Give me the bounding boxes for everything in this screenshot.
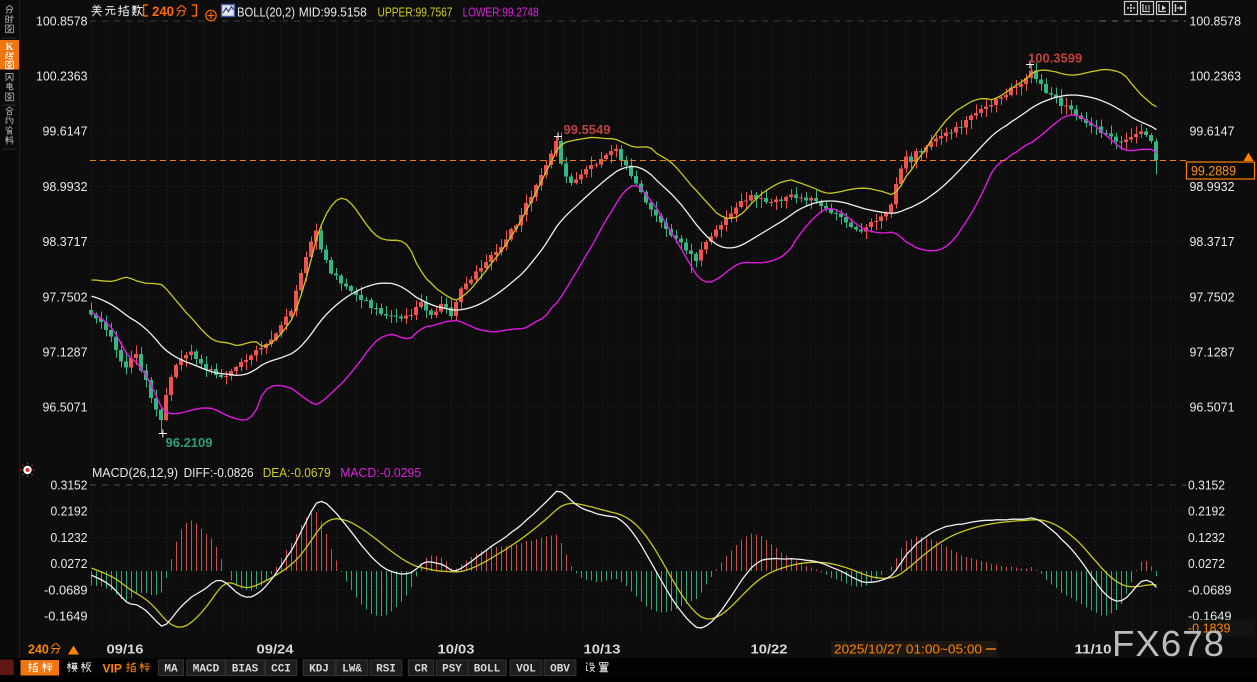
svg-text:K: K: [6, 42, 14, 53]
svg-text:99.6147: 99.6147: [43, 124, 88, 139]
svg-text:DEA:-0.0679: DEA:-0.0679: [263, 466, 331, 480]
svg-text:240: 240: [152, 4, 174, 19]
svg-text:-0.0689: -0.0689: [44, 582, 88, 597]
svg-text:96.2109: 96.2109: [166, 435, 213, 450]
svg-text:240: 240: [28, 643, 49, 657]
svg-text:LOWER:99.2748: LOWER:99.2748: [463, 6, 539, 20]
svg-text:PSY: PSY: [442, 664, 462, 676]
svg-text:MACD:-0.0295: MACD:-0.0295: [340, 466, 421, 480]
svg-text:BOLL(20,2): BOLL(20,2): [237, 6, 295, 20]
svg-text:DIFF:-0.0826: DIFF:-0.0826: [184, 466, 254, 480]
svg-text:11/10: 11/10: [1075, 643, 1112, 657]
svg-text:0.3152: 0.3152: [1188, 478, 1225, 493]
svg-text:0.2192: 0.2192: [51, 504, 88, 519]
svg-text:99.2889: 99.2889: [1191, 164, 1236, 179]
svg-text:10/13: 10/13: [584, 643, 621, 657]
svg-text:0.0272: 0.0272: [51, 556, 88, 571]
svg-text:97.7502: 97.7502: [43, 289, 88, 304]
svg-text:MACD: MACD: [193, 664, 220, 676]
svg-text:CCI: CCI: [271, 664, 291, 676]
svg-text:100.2363: 100.2363: [36, 69, 88, 84]
svg-text:MACD(26,12,9): MACD(26,12,9): [92, 466, 178, 480]
svg-text:2025/10/27 01:00~05:00: 2025/10/27 01:00~05:00: [834, 643, 982, 657]
svg-text:99.6147: 99.6147: [1190, 124, 1235, 139]
svg-text:LW&: LW&: [342, 664, 362, 676]
svg-text:0.3152: 0.3152: [51, 478, 88, 493]
svg-text:97.1287: 97.1287: [1190, 345, 1235, 360]
svg-text:UPPER:99.7567: UPPER:99.7567: [378, 6, 453, 20]
svg-text:99.5549: 99.5549: [564, 122, 611, 137]
svg-text:09/16: 09/16: [107, 643, 144, 657]
svg-text:98.9932: 98.9932: [1190, 179, 1235, 194]
svg-text:98.9932: 98.9932: [43, 179, 88, 194]
svg-text:98.3717: 98.3717: [43, 234, 88, 249]
svg-text:0.1232: 0.1232: [1188, 530, 1225, 545]
svg-text:100.2363: 100.2363: [1190, 69, 1242, 84]
svg-text:VIP: VIP: [103, 662, 122, 676]
svg-text:-0.0689: -0.0689: [1188, 582, 1232, 597]
svg-text:96.5071: 96.5071: [43, 400, 88, 415]
svg-text:OBV: OBV: [550, 664, 570, 676]
svg-text:MA: MA: [164, 664, 178, 676]
svg-text:100.8578: 100.8578: [36, 13, 88, 28]
svg-text:96.5071: 96.5071: [1190, 400, 1235, 415]
svg-text:VOL: VOL: [516, 664, 536, 676]
svg-text:100.8578: 100.8578: [1190, 13, 1242, 28]
svg-text:BOLL: BOLL: [474, 664, 501, 676]
svg-text:0.2192: 0.2192: [1188, 504, 1225, 519]
svg-text:FX678: FX678: [1112, 623, 1225, 664]
svg-text:10/22: 10/22: [751, 643, 788, 657]
svg-text:KDJ: KDJ: [309, 664, 329, 676]
svg-text:10/03: 10/03: [438, 643, 475, 657]
svg-text:CR: CR: [414, 664, 428, 676]
svg-text:-0.1649: -0.1649: [44, 609, 88, 624]
svg-text:BIAS: BIAS: [232, 664, 259, 676]
svg-text:MID:99.5158: MID:99.5158: [299, 6, 367, 20]
svg-text:97.1287: 97.1287: [43, 345, 88, 360]
svg-text:98.3717: 98.3717: [1190, 234, 1235, 249]
svg-text:100.3599: 100.3599: [1028, 51, 1082, 66]
svg-text:RSI: RSI: [376, 664, 396, 676]
svg-text:09/24: 09/24: [257, 643, 294, 657]
svg-text:97.7502: 97.7502: [1190, 289, 1235, 304]
svg-text:0.0272: 0.0272: [1188, 556, 1225, 571]
svg-text:0.1232: 0.1232: [51, 530, 88, 545]
